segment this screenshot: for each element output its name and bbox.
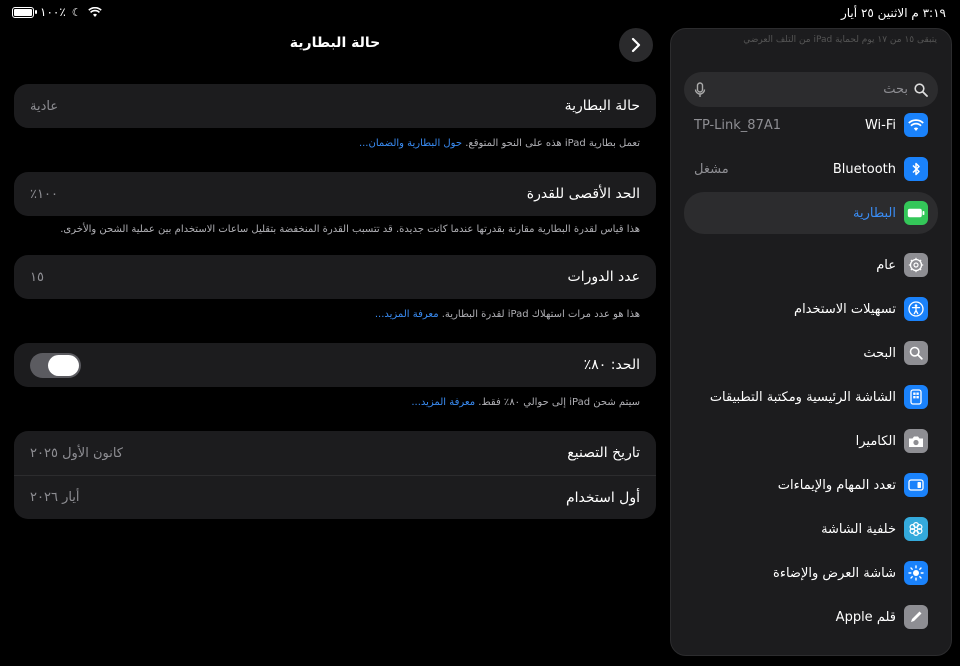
cycle-learn-more-link[interactable]: معرفة المزيد... — [375, 309, 439, 320]
search-icon — [914, 82, 928, 97]
sidebar-item-bluetooth[interactable]: مشغل Bluetooth — [684, 148, 938, 190]
wifi-icon — [904, 113, 928, 137]
sidebar-item-display[interactable]: شاشة العرض والإضاءة — [684, 552, 938, 594]
sidebar-item-search[interactable]: البحث — [684, 332, 938, 374]
cycle-count-footer: هذا هو عدد مرات استهلاك iPad لقدرة البطا… — [374, 309, 640, 320]
manufacture-date-label: تاريخ التصنيع — [567, 445, 640, 461]
accessibility-icon — [904, 297, 928, 321]
limit-learn-more-link[interactable]: معرفة المزيد... — [411, 397, 475, 408]
first-use-row: أيار ٢٠٢٦ أول استخدام — [14, 475, 656, 519]
charge-limit-row: الحد: ٨٠٪ — [14, 343, 656, 387]
bluetooth-icon — [904, 157, 928, 181]
sidebar-item-home-screen[interactable]: الشاشة الرئيسية ومكتبة التطبيقات — [684, 376, 938, 418]
battery-icon — [904, 201, 928, 225]
status-time: ٣:١٩ م الاثنين ٢٥ أيار — [840, 6, 946, 20]
max-capacity-row: ١٠٠٪ الحد الأقصى للقدرة — [14, 172, 656, 216]
bluetooth-status-value: مشغل — [694, 161, 729, 177]
battery-health-value: عادية — [30, 98, 59, 114]
cycle-count-label: عدد الدورات — [567, 269, 640, 285]
max-capacity-footer: هذا قياس لقدرة البطارية مقارنة بقدرتها ع… — [60, 224, 640, 235]
chevron-right-icon — [631, 37, 641, 53]
sidebar-item-accessibility[interactable]: تسهيلات الاستخدام — [684, 288, 938, 330]
sidebar-item-label: البحث — [863, 345, 896, 361]
max-capacity-label: الحد الأقصى للقدرة — [526, 186, 640, 202]
sidebar-item-label: البطارية — [853, 205, 896, 221]
sidebar-item-general[interactable]: عام — [684, 244, 938, 286]
sidebar-item-label: Bluetooth — [832, 161, 896, 177]
first-use-value: أيار ٢٠٢٦ — [30, 490, 80, 505]
wallpaper-icon — [904, 517, 928, 541]
page-title: حالة البطارية — [289, 35, 381, 51]
home-screen-icon — [904, 385, 928, 409]
battery-health-detail: حالة البطارية عادية حالة البطارية تعمل ب… — [14, 0, 656, 666]
search-field[interactable]: بحث — [684, 72, 938, 107]
sidebar-item-wifi[interactable]: TP-Link_87A1 Wi-Fi — [684, 104, 938, 146]
battery-health-label: حالة البطارية — [564, 98, 640, 114]
wifi-network-value: TP-Link_87A1 — [694, 117, 782, 133]
sidebar-item-camera[interactable]: الكاميرا — [684, 420, 938, 462]
camera-icon — [904, 429, 928, 453]
cycle-count-card: ١٥ عدد الدورات — [14, 255, 656, 299]
microphone-icon[interactable] — [694, 81, 706, 98]
battery-health-row: عادية حالة البطارية — [14, 84, 656, 128]
cycle-count-row: ١٥ عدد الدورات — [14, 255, 656, 299]
dates-card: كانون الأول ٢٠٢٥ تاريخ التصنيع أيار ٢٠٢٦… — [14, 431, 656, 519]
multitasking-icon — [904, 473, 928, 497]
first-use-label: أول استخدام — [565, 489, 640, 506]
battery-warranty-link[interactable]: حول البطارية والضمان... — [359, 138, 462, 149]
max-capacity-card: ١٠٠٪ الحد الأقصى للقدرة — [14, 172, 656, 216]
sidebar-item-label: الشاشة الرئيسية ومكتبة التطبيقات — [709, 389, 896, 405]
sidebar-item-multitasking[interactable]: تعدد المهام والإيماءات — [684, 464, 938, 506]
pencil-icon — [904, 605, 928, 629]
sidebar-banner-text: يتبقى ١٥ من ١٧ يوم لحماية iPad من التلف … — [743, 35, 937, 45]
battery-health-footer: تعمل بطارية iPad هذه على النحو المتوقع. … — [358, 138, 640, 149]
back-button[interactable] — [619, 28, 653, 62]
battery-health-card: عادية حالة البطارية — [14, 84, 656, 128]
manufacture-date-value: كانون الأول ٢٠٢٥ — [30, 445, 123, 461]
sidebar-item-label: Wi-Fi — [864, 117, 896, 133]
manufacture-date-row: كانون الأول ٢٠٢٥ تاريخ التصنيع — [14, 431, 656, 475]
search-placeholder: بحث — [883, 82, 908, 97]
charge-limit-card: الحد: ٨٠٪ — [14, 343, 656, 387]
max-capacity-value: ١٠٠٪ — [30, 186, 58, 202]
sidebar-item-label: قلم Apple — [835, 609, 896, 625]
gear-icon — [904, 253, 928, 277]
charge-limit-footer: سيتم شحن iPad إلى حوالي ٨٠٪ فقط. معرفة ا… — [411, 397, 640, 408]
cycle-count-value: ١٥ — [30, 269, 44, 285]
brightness-icon — [904, 561, 928, 585]
sidebar-item-wallpaper[interactable]: خلفية الشاشة — [684, 508, 938, 550]
sidebar-item-label: خلفية الشاشة — [821, 521, 896, 537]
sidebar-item-label: عام — [876, 257, 896, 273]
sidebar-item-apple-pencil[interactable]: قلم Apple — [684, 596, 938, 638]
sidebar-item-battery[interactable]: البطارية — [684, 192, 938, 234]
settings-sidebar: يتبقى ١٥ من ١٧ يوم لحماية iPad من التلف … — [670, 28, 952, 656]
search-icon — [904, 341, 928, 365]
sidebar-item-label: شاشة العرض والإضاءة — [773, 565, 896, 581]
sidebar-item-label: تعدد المهام والإيماءات — [777, 477, 896, 493]
sidebar-item-label: تسهيلات الاستخدام — [794, 301, 896, 317]
charge-limit-toggle[interactable] — [30, 352, 81, 378]
sidebar-item-label: الكاميرا — [855, 433, 896, 449]
charge-limit-label: الحد: ٨٠٪ — [583, 357, 640, 373]
